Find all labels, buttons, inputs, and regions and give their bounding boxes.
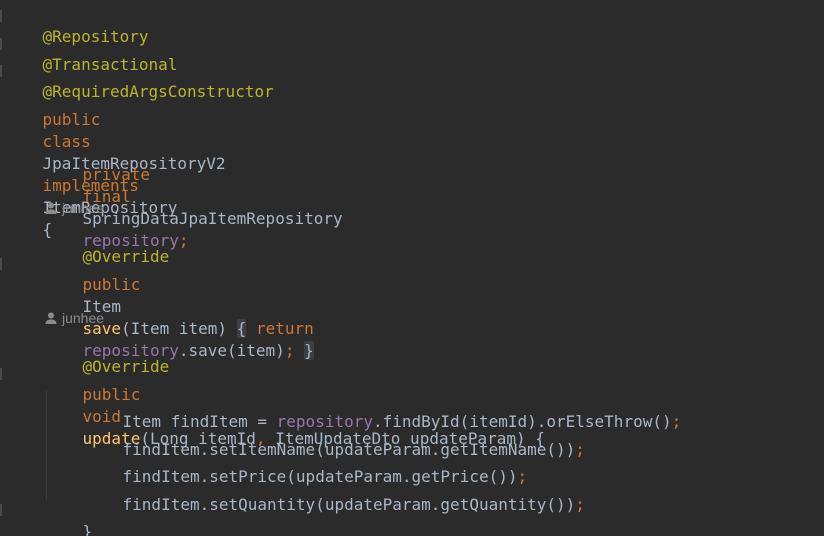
close-brace: } [82,522,93,536]
gutter-marker [0,38,2,50]
keyword-public: public [42,110,101,129]
statement-text: findItem.setQuantity(updateParam.getQuan… [122,495,576,514]
code-line-override[interactable]: @Override [44,224,170,266]
user-icon [45,202,57,214]
author-name: junhee [62,200,105,216]
semicolon: ; [671,412,682,431]
user-icon [45,312,57,324]
semicolon: ; [575,440,585,459]
author-name: junhee [62,310,105,326]
fold-close[interactable]: } [304,341,314,360]
gutter-marker [0,368,2,380]
code-line-set-price[interactable]: findItem.setPrice(updateParam.getPrice()… [84,444,528,486]
code-line-find-item[interactable]: Item findItem = repository.findById(item… [84,389,682,431]
gutter-marker [0,504,2,516]
gutter-marker [0,10,2,22]
gutter-marker [0,65,2,77]
code-editor[interactable]: @Repository @Transactional @RequiredArgs… [0,0,824,536]
method-call: .save(item) [178,341,285,360]
code-line-close-brace[interactable]: } [44,499,93,536]
code-line-annotation-repository[interactable]: @Repository [4,4,149,46]
code-line-save-method[interactable]: public Item save(Item item) { return rep… [44,252,314,360]
keyword-return: return [255,319,314,338]
code-line-set-quantity[interactable]: findItem.setQuantity(updateParam.getQuan… [84,472,585,514]
gutter-marker [0,258,2,270]
keyword-public: public [82,275,141,294]
semicolon: ; [178,231,189,250]
code-line-annotation-transactional[interactable]: @Transactional [4,32,178,74]
keyword-private: private [82,165,150,184]
code-line-update-method[interactable]: public void update(Long itemId, ItemUpda… [44,362,545,448]
author-hint[interactable]: junhee [44,308,104,328]
semicolon: ; [575,495,585,514]
code-line-override[interactable]: @Override [44,334,170,376]
author-hint[interactable]: junhee [44,198,104,218]
code-line-field-declaration[interactable]: private final SpringDataJpaItemRepositor… [44,142,343,250]
code-line-annotation-required-args[interactable]: @RequiredArgsConstructor [4,59,274,101]
code-line-class-declaration[interactable]: public class JpaItemRepositoryV2 impleme… [4,87,226,239]
code-line-set-item-name[interactable]: findItem.setItemName(updateParam.getItem… [84,417,585,459]
fold-open[interactable]: { [236,319,247,338]
